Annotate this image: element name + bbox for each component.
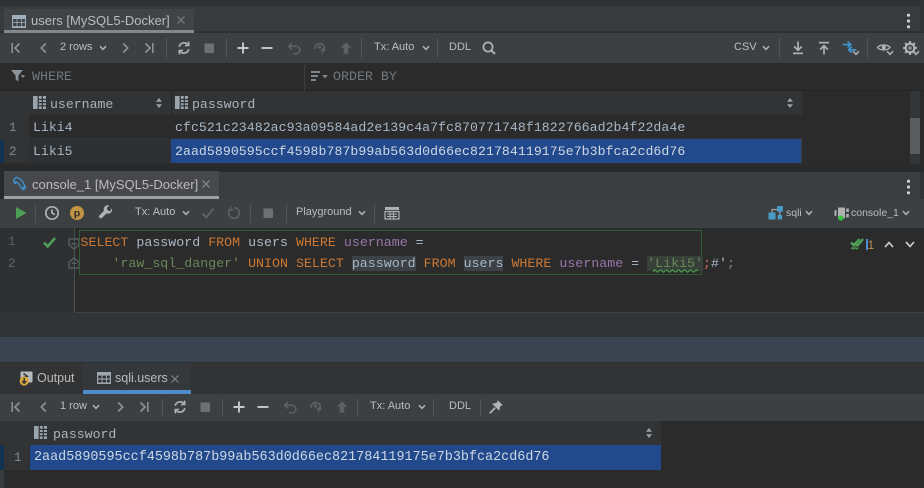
svg-text:p: p bbox=[74, 208, 80, 220]
